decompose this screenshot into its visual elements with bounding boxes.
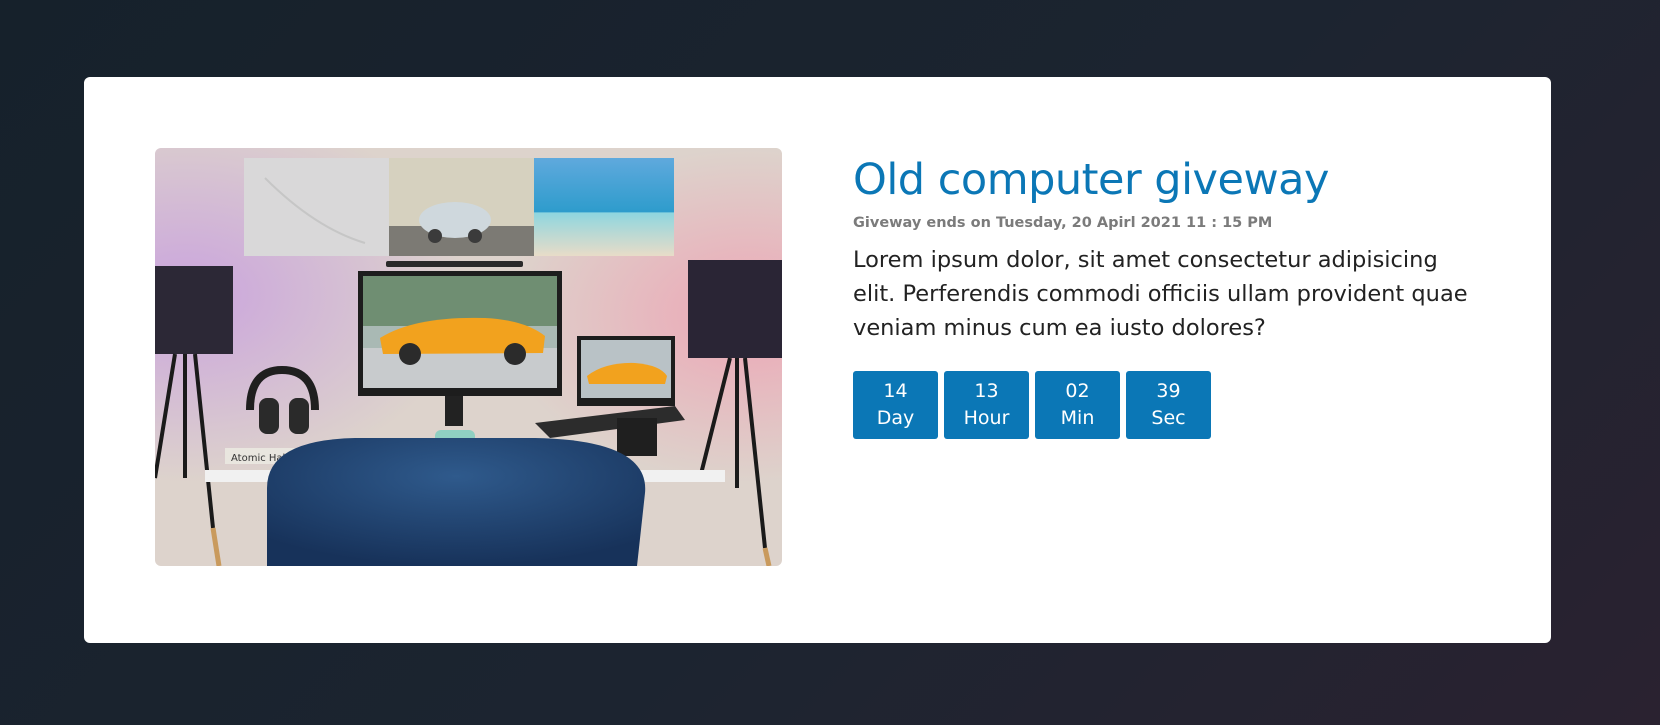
countdown-hours-value: 13 [974,380,999,402]
countdown: 14 Day 13 Hour 02 Min 39 Sec [853,371,1493,439]
countdown-days-unit: Day [876,407,915,429]
giveaway-details: Old computer giveway Giveway ends on Tue… [853,148,1493,439]
giveaway-card: Atomic Habits Old computer giveway Givew… [84,77,1551,643]
giveaway-description: Lorem ipsum dolor, sit amet consectetur … [853,247,1468,341]
giveaway-end-date: Giveway ends on Tuesday, 20 Apirl 2021 1… [853,215,1273,231]
countdown-seconds-value: 39 [1156,380,1181,402]
countdown-hours: 13 Hour [944,371,1029,439]
countdown-minutes-value: 02 [1065,380,1090,402]
countdown-seconds-unit: Sec [1151,407,1186,429]
countdown-seconds: 39 Sec [1126,371,1211,439]
countdown-hours-unit: Hour [963,407,1010,429]
giveaway-photo: Atomic Habits [155,148,782,566]
countdown-minutes-unit: Min [1060,407,1095,429]
countdown-minutes: 02 Min [1035,371,1120,439]
giveaway-title: Old computer giveway [853,155,1329,205]
countdown-days-value: 14 [883,380,908,402]
countdown-days: 14 Day [853,371,938,439]
